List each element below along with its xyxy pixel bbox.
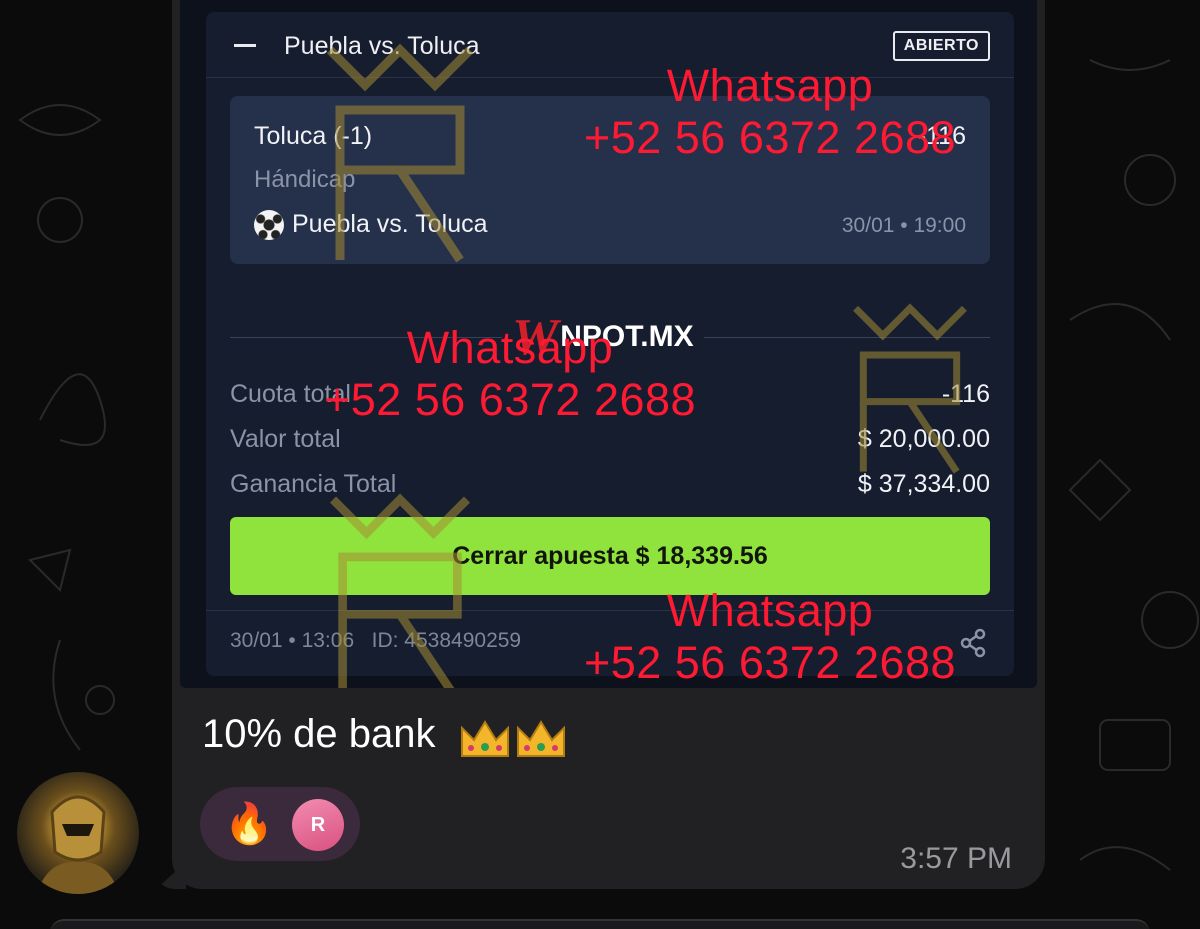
watermark-line1: Whatsapp [666, 585, 874, 636]
collapse-icon [234, 44, 256, 47]
phone-watermark: Whatsapp +52 56 6372 2688 [570, 585, 970, 688]
watermark-line2: +52 56 6372 2688 [583, 112, 957, 163]
fire-emoji-icon: 🔥 [224, 802, 274, 846]
bet-screenshot[interactable]: Puebla vs. Toluca ABIERTO Toluca (-1) -1… [180, 0, 1037, 688]
crown-emoji [458, 716, 570, 771]
message-text: 10% de bank [202, 712, 436, 756]
summary-label: Valor total [230, 425, 341, 453]
composer-bar[interactable] [50, 919, 1150, 929]
crest-watermark [326, 43, 474, 263]
message-time: 3:57 PM [900, 842, 1012, 875]
phone-watermark: Whatsapp +52 56 6372 2688 [310, 322, 710, 426]
crest-watermark [853, 303, 967, 474]
status-badge: ABIERTO [892, 31, 990, 61]
selection-datetime: 30/01 • 19:00 [841, 214, 966, 237]
watermark-line1: Whatsapp [666, 60, 874, 111]
avatar-image [37, 795, 119, 894]
phone-watermark: Whatsapp +52 56 6372 2688 [570, 60, 970, 164]
reaction-chip[interactable]: 🔥 R [200, 787, 360, 861]
watermark-line1: Whatsapp [406, 322, 614, 373]
soccer-ball-icon [254, 210, 284, 240]
watermark-line2: +52 56 6372 2688 [323, 374, 697, 425]
watermark-line2: +52 56 6372 2688 [583, 637, 957, 688]
crest-watermark [329, 493, 471, 688]
sender-avatar[interactable] [17, 772, 139, 894]
reactor-avatar: R [292, 799, 344, 851]
